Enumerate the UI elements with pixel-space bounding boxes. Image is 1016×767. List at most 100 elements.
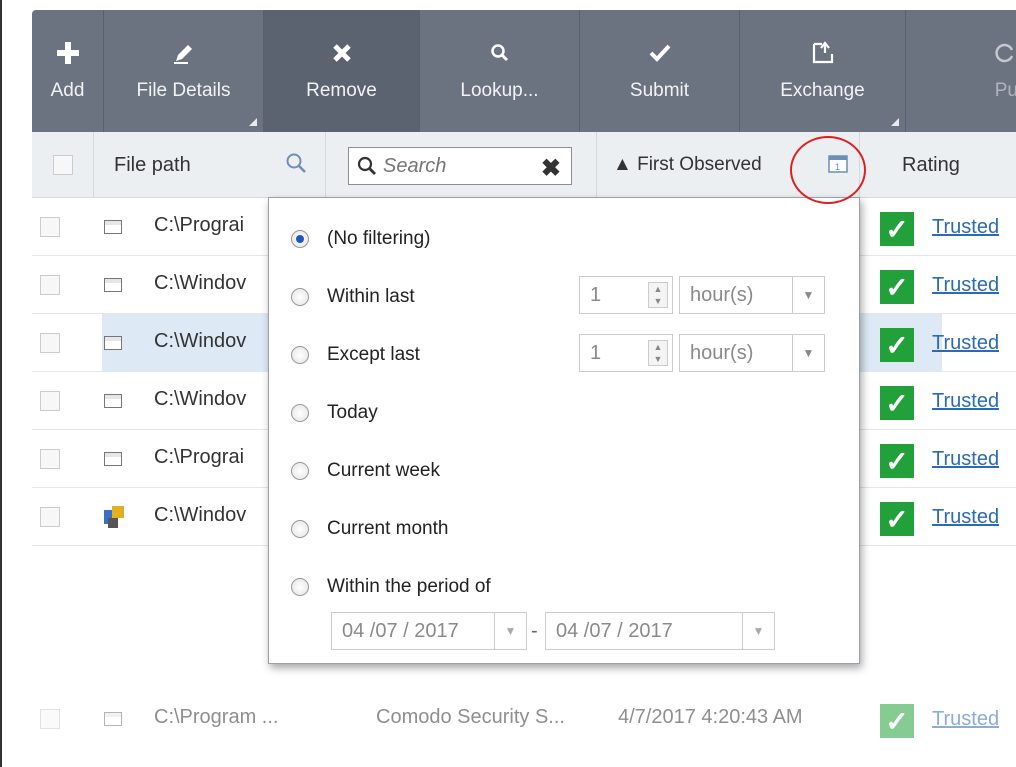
option-within-last-label: Within last <box>327 286 415 307</box>
search-input-box[interactable]: ✖ <box>348 147 572 185</box>
period-to-value: 04 /07 / 2017 <box>556 619 673 642</box>
option-today[interactable]: Today <box>291 402 378 424</box>
file-details-label: File Details <box>136 80 231 101</box>
trusted-link[interactable]: Trusted <box>932 390 999 413</box>
plus-icon <box>55 40 81 66</box>
dropdown-corner-icon <box>891 118 899 126</box>
option-within-period-label: Within the period of <box>327 576 491 597</box>
option-within-period[interactable]: Within the period of <box>291 576 491 598</box>
row-checkbox[interactable] <box>40 391 60 411</box>
pencil-icon <box>171 40 197 66</box>
select-all-checkbox[interactable] <box>52 155 73 175</box>
option-current-week[interactable]: Current week <box>291 460 440 482</box>
option-current-week-label: Current week <box>327 460 440 481</box>
row-checkbox[interactable] <box>40 507 60 527</box>
lookup-label: Lookup... <box>460 80 539 101</box>
remove-button[interactable]: Remove <box>264 10 420 132</box>
period-from-value: 04 /07 / 2017 <box>342 619 459 642</box>
option-within-last[interactable]: Within last <box>291 286 415 308</box>
file-path-cell: C:\Windov <box>154 388 247 410</box>
file-path-cell: C:\Windov <box>154 330 247 352</box>
row-checkbox[interactable] <box>40 275 60 295</box>
refresh-icon <box>992 40 1016 66</box>
within-last-value: 1 <box>590 283 602 306</box>
x-icon <box>329 40 355 66</box>
row-checkbox[interactable] <box>40 449 60 469</box>
file-icon <box>104 394 122 408</box>
radio-today[interactable] <box>291 404 309 422</box>
except-last-unit-value: hour(s) <box>690 341 754 364</box>
option-no-filtering[interactable]: (No filtering) <box>291 228 430 250</box>
except-last-stepper[interactable]: 1 ▲ ▼ <box>579 334 673 372</box>
trusted-link[interactable]: Trusted <box>932 448 999 471</box>
option-except-last[interactable]: Except last <box>291 344 420 366</box>
period-from-date[interactable]: 04 /07 / 2017 ▼ <box>331 612 527 650</box>
period-to-date[interactable]: 04 /07 / 2017 ▼ <box>545 612 775 650</box>
submit-button[interactable]: Submit <box>580 10 740 132</box>
radio-current-month[interactable] <box>291 520 309 538</box>
exchange-label: Exchange <box>780 80 865 101</box>
trusted-check-icon: ✓ <box>880 270 914 304</box>
except-last-unit-select[interactable]: hour(s) ▼ <box>679 334 825 372</box>
trusted-check-icon: ✓ <box>880 444 914 478</box>
installer-icon <box>102 504 128 535</box>
highlight-annotation-circle <box>790 136 866 204</box>
within-last-stepper[interactable]: 1 ▲ ▼ <box>579 276 673 314</box>
checkmark-icon <box>647 40 673 66</box>
search-input[interactable] <box>383 154 533 178</box>
radio-current-week[interactable] <box>291 462 309 480</box>
table-row[interactable]: C:\Program ... Comodo Security S... 4/7/… <box>32 690 1016 748</box>
file-path-column-header[interactable]: File path <box>94 132 326 198</box>
trusted-link[interactable]: Trusted <box>932 216 999 239</box>
table-header: File path ✖ ▲ First Observed 1 Rating <box>32 132 1016 198</box>
submit-label: Submit <box>629 80 690 101</box>
stepper-arrows-icon[interactable]: ▲ ▼ <box>648 340 668 366</box>
radio-within-last[interactable] <box>291 288 309 306</box>
trusted-link[interactable]: Trusted <box>932 708 999 731</box>
trusted-check-icon: ✓ <box>880 328 914 362</box>
file-path-header-label: File path <box>114 153 191 176</box>
first-observed-cell: 4/7/2017 4:20:43 AM <box>618 706 803 728</box>
radio-except-last[interactable] <box>291 346 309 364</box>
window-frame: Add File Details Remove Lookup... Submit… <box>0 0 1016 767</box>
exchange-button[interactable]: Exchange <box>740 10 906 132</box>
row-checkbox[interactable] <box>40 709 60 729</box>
lookup-button[interactable]: Lookup... <box>420 10 580 132</box>
option-except-last-label: Except last <box>327 344 420 365</box>
first-observed-header-label: ▲ First Observed <box>613 154 762 175</box>
partial-button[interactable]: Pu <box>906 10 1016 132</box>
dropdown-corner-icon <box>249 118 257 126</box>
option-current-month[interactable]: Current month <box>291 518 448 540</box>
period-separator: - <box>531 620 538 642</box>
trusted-link[interactable]: Trusted <box>932 332 999 355</box>
stepper-arrows-icon[interactable]: ▲ ▼ <box>648 282 668 308</box>
radio-no-filtering[interactable] <box>291 230 309 248</box>
rating-header-label: Rating <box>902 153 960 176</box>
option-current-month-label: Current month <box>327 518 449 539</box>
chevron-down-icon[interactable]: ▼ <box>742 613 774 649</box>
radio-within-period[interactable] <box>291 578 309 596</box>
option-no-filtering-label: (No filtering) <box>327 228 431 249</box>
file-path-cell: C:\Prograi <box>154 446 245 468</box>
chevron-down-icon[interactable]: ▼ <box>792 335 824 371</box>
row-checkbox[interactable] <box>40 217 60 237</box>
file-icon <box>104 336 122 350</box>
file-details-button[interactable]: File Details <box>104 10 264 132</box>
toolbar: Add File Details Remove Lookup... Submit… <box>32 10 1016 132</box>
file-icon <box>104 712 122 726</box>
add-button[interactable]: Add <box>32 10 104 132</box>
remove-label: Remove <box>306 80 377 101</box>
within-last-unit-select[interactable]: hour(s) ▼ <box>679 276 825 314</box>
column-search-icon[interactable] <box>285 152 307 180</box>
trusted-check-icon: ✓ <box>880 386 914 420</box>
row-checkbox[interactable] <box>40 333 60 353</box>
chevron-down-icon[interactable]: ▼ <box>494 613 526 649</box>
option-today-label: Today <box>327 402 378 423</box>
clear-search-icon[interactable]: ✖ <box>541 154 561 183</box>
rating-column-header[interactable]: Rating <box>860 132 1016 198</box>
chevron-down-icon[interactable]: ▼ <box>792 277 824 313</box>
search-icon <box>357 156 376 175</box>
trusted-check-icon: ✓ <box>880 212 914 246</box>
trusted-link[interactable]: Trusted <box>932 274 999 297</box>
trusted-link[interactable]: Trusted <box>932 506 999 529</box>
